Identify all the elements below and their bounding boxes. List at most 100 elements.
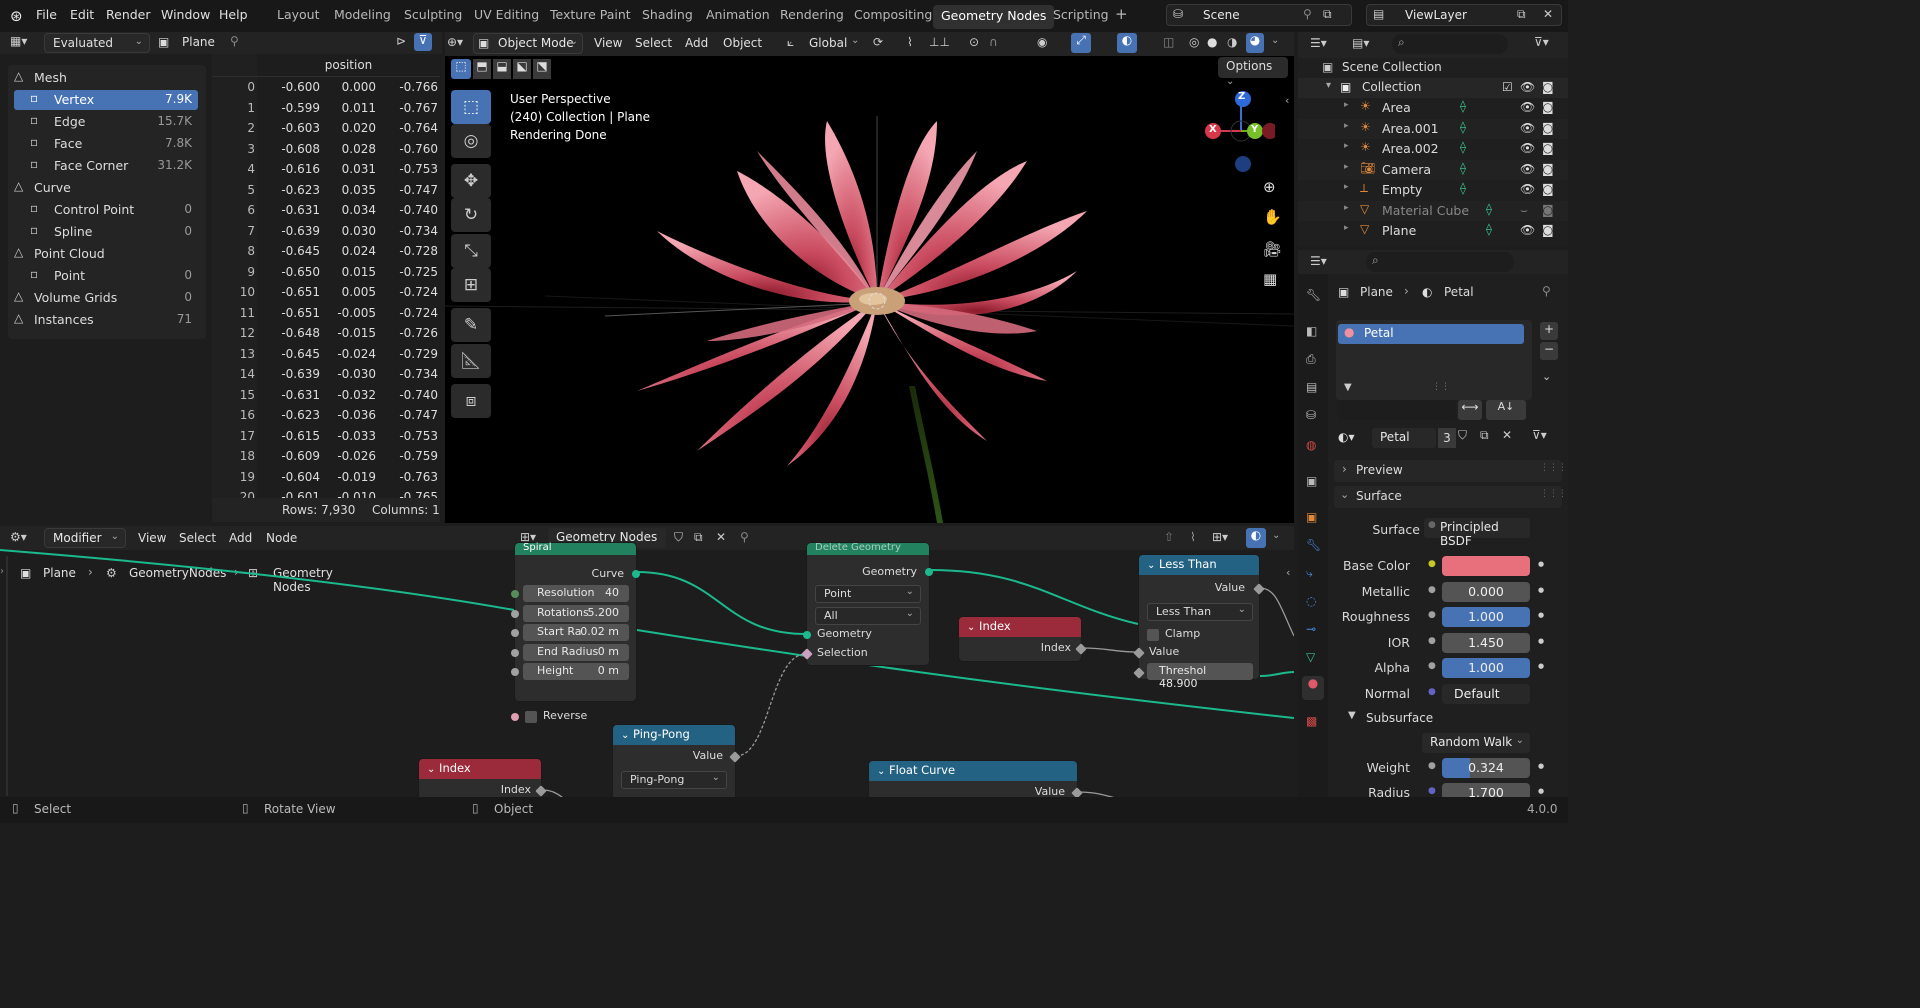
less-than-header[interactable]: ⌄ Less Than [1139, 555, 1259, 575]
eye-icon[interactable]: 👁︎ [1520, 121, 1535, 135]
expand-icon[interactable]: ▸ [1344, 121, 1349, 131]
spiral-input-field[interactable]: Height 0 m [523, 663, 629, 680]
outliner-item[interactable]: ▸ ☀ Area.002 ⟠ 👁︎ ◙ [1298, 139, 1568, 159]
measure-tool-icon[interactable]: 📐︎ [451, 344, 491, 378]
unlink-icon[interactable]: ✕ [1502, 428, 1512, 442]
less-than-node[interactable]: ⌄ Less Than Value Less Than ⌄ Clamp Valu… [1133, 554, 1265, 690]
tab-uv-editing[interactable]: UV Editing [474, 7, 539, 22]
texture-tab-icon[interactable]: ▩ [1306, 714, 1317, 728]
checkbox-icon[interactable]: ☑ [1502, 80, 1513, 94]
eye-icon[interactable]: 👁︎ [1520, 141, 1535, 155]
editor-type-icon[interactable]: ⊕▾ [447, 35, 463, 49]
property-field[interactable]: 1.000 [1442, 658, 1530, 678]
property-field[interactable]: 0.000 [1442, 581, 1530, 602]
camera-view-icon[interactable]: 🎥︎ [1263, 240, 1282, 258]
chevron-down-icon[interactable]: ▼ [1344, 382, 1352, 393]
evaluation-mode-dropdown[interactable]: Evaluated ⌄ [44, 33, 150, 53]
pivot-icon[interactable]: ⟳ [873, 35, 883, 49]
delete-geometry-node[interactable]: Delete Geometry Geometry Point ⌄ All ⌄ G… [801, 542, 933, 666]
navigation-gizmo[interactable]: Z X Y [1205, 88, 1278, 176]
domain-item[interactable]: ▫ Edge 15.7K [14, 112, 198, 132]
render-tab-icon[interactable]: ◧ [1306, 324, 1317, 338]
reverse-socket[interactable] [511, 713, 519, 721]
select-subtract-icon[interactable]: ⬓ [493, 59, 511, 79]
slot-specials-icon[interactable]: ⌄ [1542, 370, 1551, 383]
expand-icon[interactable]: ▸ [1344, 223, 1349, 233]
move-tool-icon[interactable]: ✥ [451, 164, 491, 198]
add-slot-button[interactable]: + [1540, 322, 1558, 340]
menu-file[interactable]: File [36, 7, 57, 22]
property-field[interactable]: 1.000 [1442, 607, 1530, 627]
camera-icon[interactable]: ◙ [1542, 141, 1554, 155]
material-browse-icon[interactable]: ◐▾ [1338, 430, 1355, 444]
editor-type-icon[interactable]: ☰▾ [1310, 254, 1327, 268]
camera-icon[interactable]: ◙ [1542, 223, 1554, 237]
snap-target-icon[interactable]: ⊥⊥ [929, 35, 950, 49]
camera-icon[interactable]: ◙ [1542, 203, 1554, 217]
float-curve-node[interactable]: ⌄ Float Curve Value [868, 760, 1083, 797]
outliner-item[interactable]: ▸ 📷︎ Camera ⟠ 👁︎ ◙ [1298, 159, 1568, 180]
mode-dropdown[interactable]: ▣ Object Mode ⌄ [473, 33, 583, 54]
new-scene-icon[interactable]: ⧉ [1323, 7, 1332, 22]
select-new-icon[interactable]: ⬚ [451, 59, 471, 79]
outliner-item[interactable]: ▸ ▽ Plane ⟠ 👁︎ ◙ [1298, 221, 1568, 241]
spiral-input-socket[interactable] [511, 629, 519, 637]
column-header-position[interactable]: position [257, 58, 440, 72]
decorate-keyframe-icon[interactable]: ● [1538, 637, 1544, 645]
spiral-input-socket[interactable] [511, 590, 519, 598]
proportional-edit-icon[interactable]: ⊙ [969, 35, 979, 49]
spiral-input-field[interactable]: Resolution 40 [523, 585, 629, 602]
domain-item[interactable]: △ Instances 71 [10, 310, 198, 330]
object-data-icon[interactable]: ⟠ [1460, 120, 1466, 134]
socket-icon[interactable]: ● [1428, 559, 1436, 569]
tab-scripting[interactable]: Scripting [1053, 7, 1109, 22]
modifier-data-icon[interactable]: ⟠ [1486, 202, 1492, 216]
eye-icon[interactable]: ⌣ [1520, 203, 1528, 218]
expand-icon[interactable]: ▸ [1344, 162, 1349, 172]
drag-handle-icon[interactable]: ⋮⋮⋮ [1540, 463, 1567, 473]
socket-icon[interactable]: ● [1428, 687, 1436, 697]
surface-panel-header[interactable]: ⌄ Surface ⋮⋮⋮ [1334, 486, 1567, 508]
tool-tab-icon[interactable]: 🔧︎ [1306, 288, 1321, 302]
collection-tab-icon[interactable]: ▣ [1306, 474, 1317, 488]
scene-selector[interactable]: ⛁ Scene ⚲ ⧉ [1166, 4, 1352, 26]
spiral-input-field[interactable]: End Radius 0 m [523, 643, 629, 661]
index-node[interactable]: ⌄ Index Index [418, 758, 547, 797]
outliner-item[interactable]: ▸ ▽ Material Cube ⟠ ⌣ ◙ [1298, 200, 1568, 221]
add-workspace-button[interactable]: + [1115, 5, 1128, 23]
eye-icon[interactable]: 👁︎ [1520, 100, 1535, 114]
socket-icon[interactable]: ● [1428, 610, 1436, 620]
filter-icon[interactable]: ⊽ [414, 33, 432, 51]
spiral-node[interactable]: Spiral Curve Resolution 40 Rotations 5.200 S… [511, 542, 640, 723]
rendered-shading-icon[interactable]: ◕ [1246, 33, 1264, 53]
operation-dropdown[interactable]: Less Than ⌄ [1147, 603, 1253, 621]
decorate-keyframe-icon[interactable]: ● [1538, 611, 1544, 619]
zoom-icon[interactable]: ⊕ [1263, 178, 1276, 196]
geometry-input-socket[interactable] [803, 631, 811, 639]
slot-filter-field[interactable] [1338, 400, 1456, 420]
menu-object[interactable]: Object [723, 36, 762, 50]
scene-collection-row[interactable]: ▣ Scene Collection [1298, 58, 1568, 78]
modifier-tab-icon[interactable]: 🔧︎ [1306, 538, 1321, 552]
tab-modeling[interactable]: Modeling [334, 7, 391, 22]
remove-view-layer-icon[interactable]: ✕ [1543, 7, 1553, 21]
spiral-input-socket[interactable] [511, 648, 519, 657]
subsurface-method-dropdown[interactable]: Random Walk ⌄ [1422, 733, 1530, 753]
outliner-item[interactable]: ▸ ☀ Area ⟠ 👁︎ ◙ [1298, 98, 1568, 118]
spiral-curve-socket[interactable] [632, 570, 640, 578]
xray-icon[interactable]: ◫ [1163, 35, 1174, 49]
surface-shader-field[interactable]: ● Principled BSDF [1424, 518, 1530, 548]
node-tree-icon[interactable]: ⊽▾ [1532, 428, 1547, 442]
wireframe-shading-icon[interactable]: ◎ [1189, 35, 1199, 49]
tab-layout[interactable]: Layout [277, 7, 320, 22]
menu-view[interactable]: View [594, 36, 622, 50]
socket-icon[interactable]: ● [1428, 761, 1436, 771]
property-field[interactable] [1442, 556, 1530, 576]
output-tab-icon[interactable]: ⎙ [1306, 352, 1316, 367]
decorate-keyframe-icon[interactable]: ● [1538, 586, 1544, 594]
orientation-value[interactable]: Global [809, 36, 847, 50]
spiral-node-header[interactable]: Spiral [515, 543, 636, 555]
material-user-count[interactable]: 3 [1438, 428, 1456, 448]
clamp-checkbox[interactable] [1147, 629, 1159, 641]
slider-field[interactable]: 0.324 [1442, 758, 1530, 778]
